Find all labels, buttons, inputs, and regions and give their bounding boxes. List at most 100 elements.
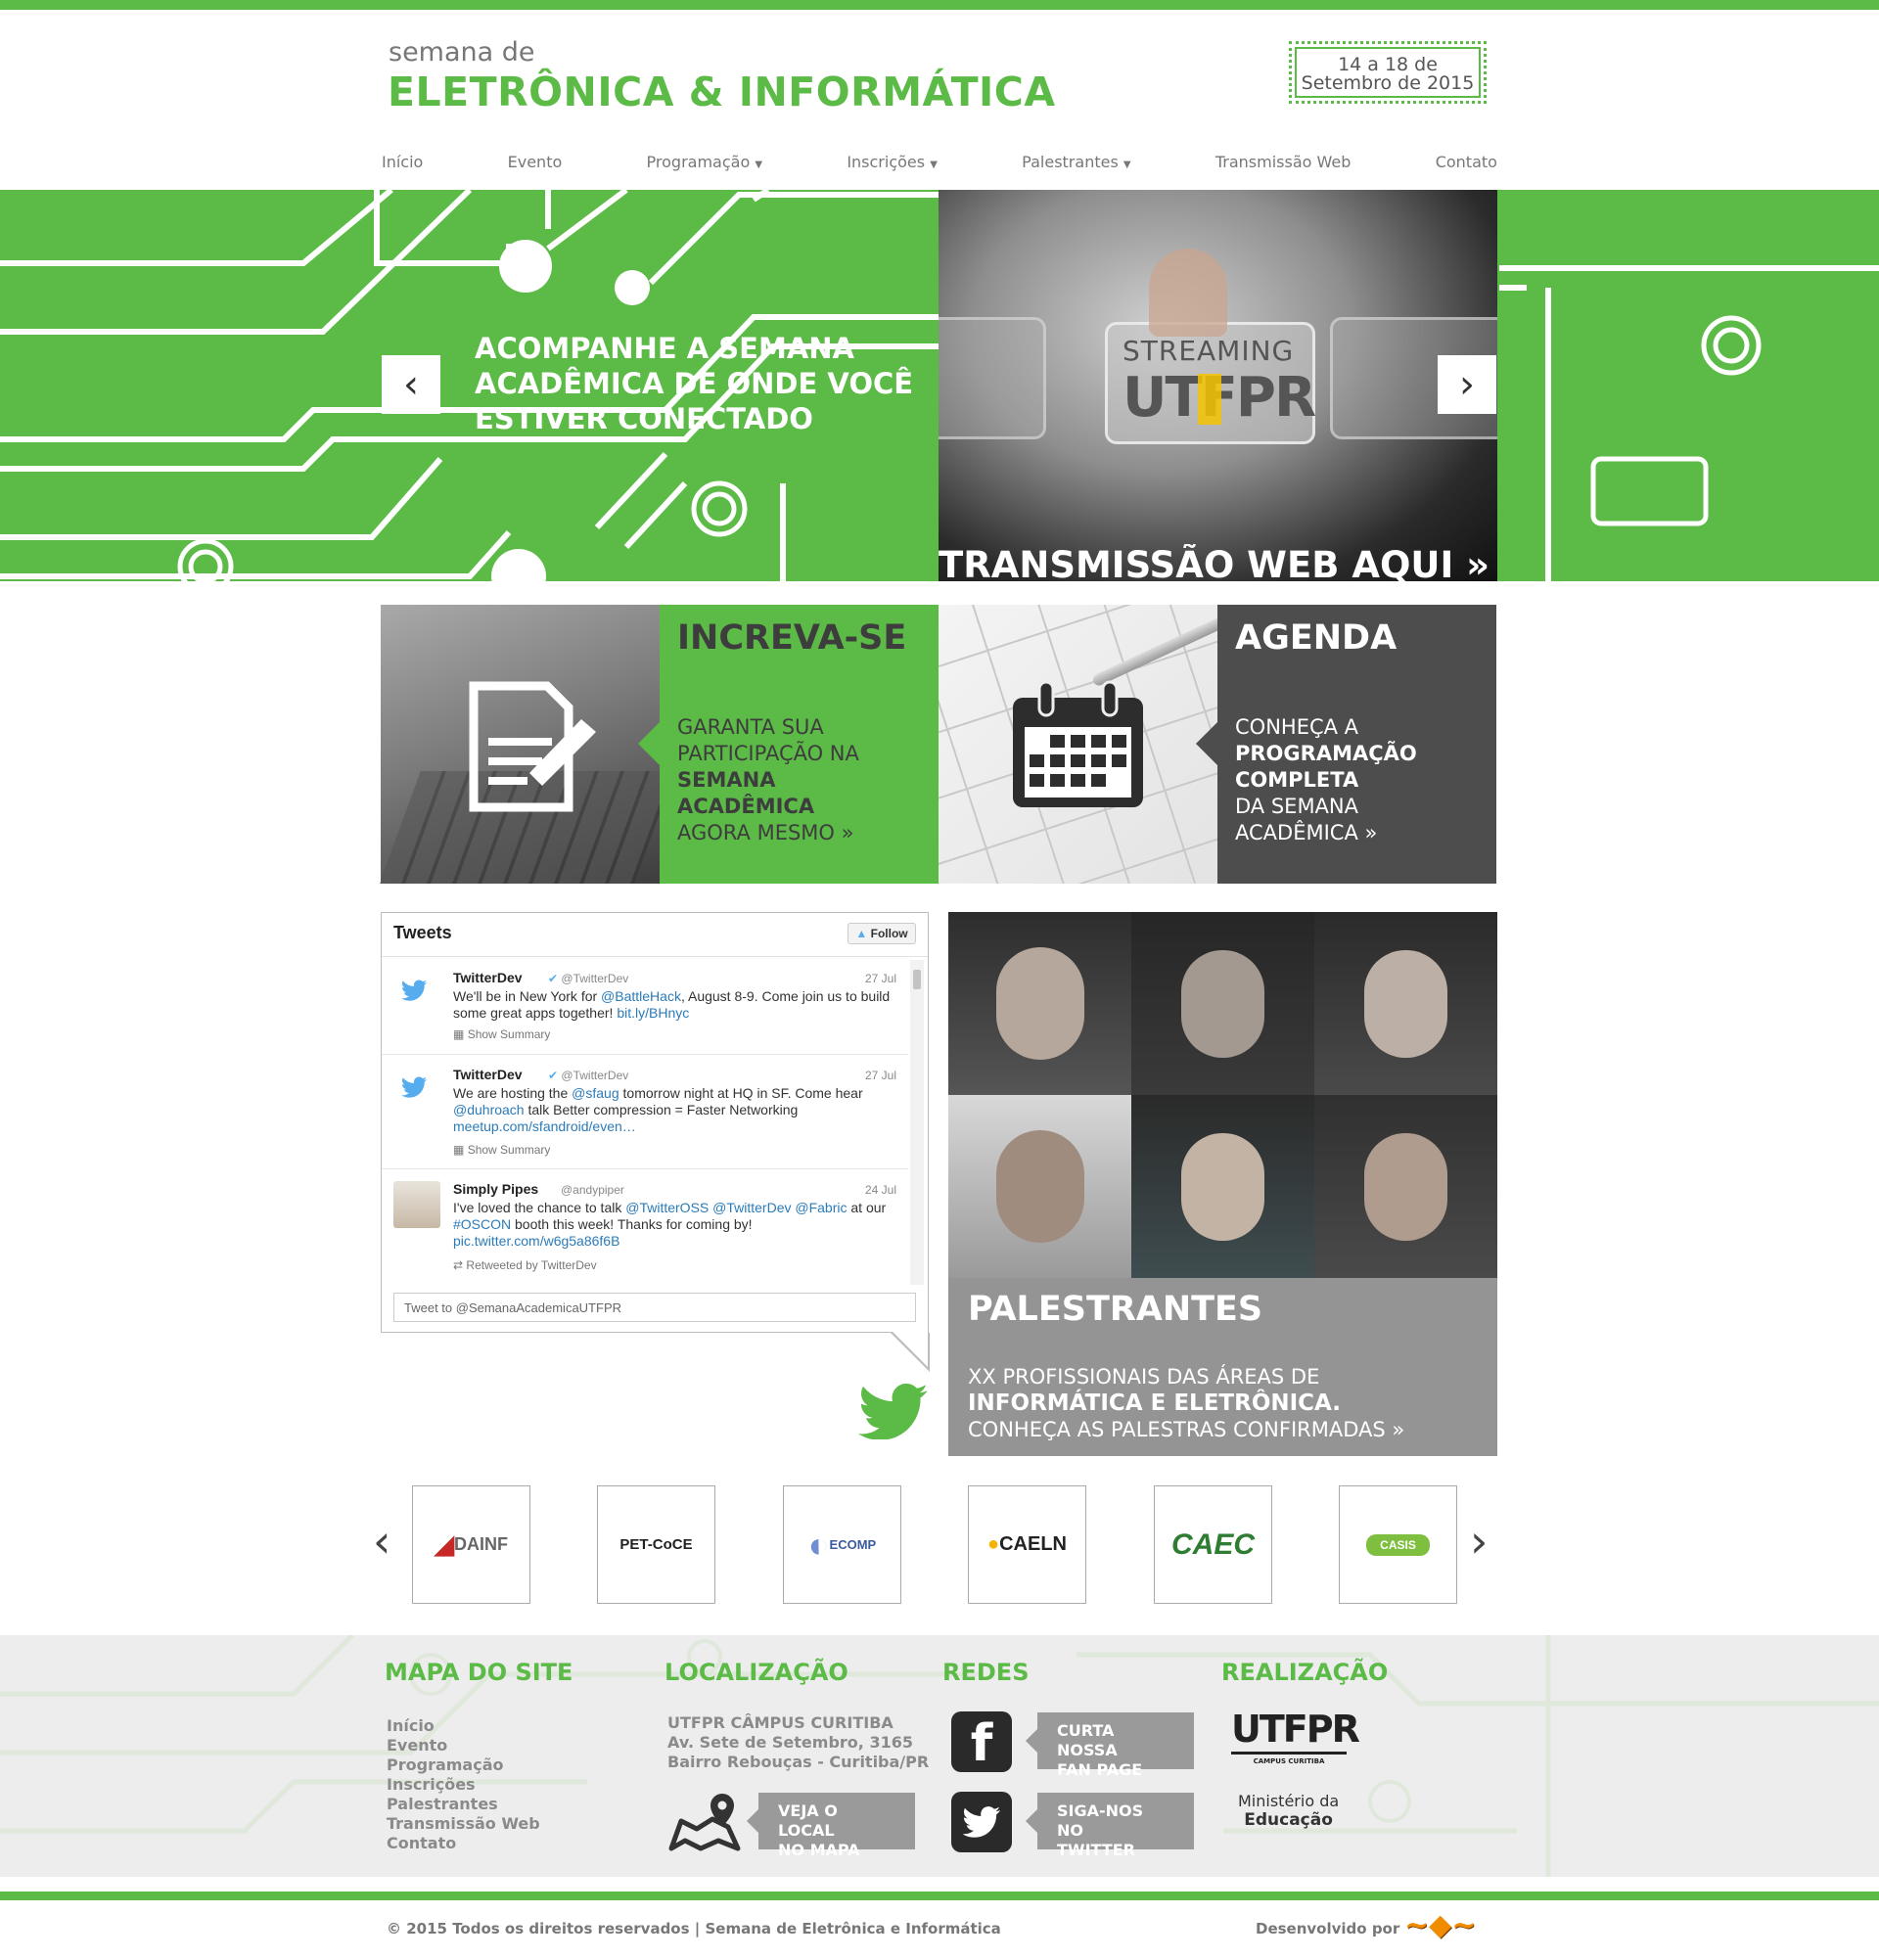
nav-item-evento[interactable]: Evento bbox=[508, 153, 563, 176]
nav-item-palestrantes[interactable]: Palestrantes ▼ bbox=[1022, 153, 1130, 176]
ministry-logo[interactable]: Ministério da Educação bbox=[1238, 1792, 1339, 1830]
tweet-link[interactable]: bit.ly/BHnyc bbox=[617, 1005, 689, 1021]
speaker-photo[interactable] bbox=[1131, 1095, 1314, 1278]
speaker-photo[interactable] bbox=[1314, 912, 1497, 1095]
scrollbar-thumb[interactable] bbox=[913, 970, 921, 989]
partner-logo-caeln[interactable]: ● CAELN bbox=[968, 1485, 1086, 1604]
nav-item-label: Início bbox=[382, 153, 424, 171]
tweet-text: We are hosting the bbox=[453, 1085, 573, 1101]
tweet-summary-label: Show Summary bbox=[467, 1143, 551, 1157]
subscribe-tile[interactable]: INCREVA-SE GARANTA SUA PARTICIPAÇÃO NA S… bbox=[380, 605, 939, 884]
subscribe-line3: SEMANA bbox=[677, 768, 776, 792]
partner-logo-petcoce[interactable]: PET-CoCE bbox=[597, 1485, 715, 1604]
twitter-icon[interactable] bbox=[951, 1792, 1012, 1852]
nav-item-inscricoes[interactable]: Inscrições ▼ bbox=[847, 153, 938, 176]
brand-title[interactable]: ELETRÔNICA & INFORMÁTICA bbox=[388, 68, 1056, 115]
document-edit-icon bbox=[469, 681, 596, 812]
nav-item-programacao[interactable]: Programação ▼ bbox=[647, 153, 763, 176]
tweet-date[interactable]: 24 Jul bbox=[865, 1182, 896, 1199]
partners-prev-button[interactable]: ‹ bbox=[373, 1515, 390, 1568]
speaker-photo[interactable] bbox=[1314, 1095, 1497, 1278]
user-avatar[interactable] bbox=[393, 1181, 440, 1228]
sitemap-link-palestrantes[interactable]: Palestrantes bbox=[387, 1795, 540, 1814]
tweet-show-summary[interactable]: ▦ Show Summary bbox=[453, 1026, 550, 1043]
tweet-handle-text: @TwitterDev bbox=[561, 972, 629, 985]
nav-item-contato[interactable]: Contato bbox=[1436, 153, 1497, 176]
tweet-item[interactable]: Simply Pipes @andypiper 24 Jul I've love… bbox=[382, 1169, 908, 1285]
tweet-mention[interactable]: @TwitterDev bbox=[712, 1200, 791, 1215]
ministry-line1: Ministério da bbox=[1238, 1792, 1340, 1810]
address-block: UTFPR CÂMPUS CURITIBA Av. Sete de Setemb… bbox=[667, 1713, 929, 1772]
tweet-item[interactable]: TwitterDev ✔ @TwitterDev 27 Jul We'll be… bbox=[382, 958, 908, 1055]
hero-next-button[interactable]: › bbox=[1438, 355, 1496, 414]
subscribe-title: INCREVA-SE bbox=[677, 618, 907, 658]
nav-item-inicio[interactable]: Início bbox=[382, 153, 423, 176]
nav-item-transmissao[interactable]: Transmissão Web bbox=[1215, 153, 1352, 176]
partner-logo-casis[interactable]: CASIS bbox=[1339, 1485, 1457, 1604]
agenda-panel: AGENDA CONHEÇA A PROGRAMAÇÃO COMPLETA DA… bbox=[1196, 605, 1496, 884]
sitemap-link-evento[interactable]: Evento bbox=[387, 1736, 540, 1755]
tweets-scrollbar[interactable] bbox=[910, 960, 924, 1285]
streaming-banner[interactable]: STREAMING UTFPR TRANSMISSÃO WEB AQUI » bbox=[939, 190, 1497, 581]
facebook-page-button[interactable]: CURTA NOSSA FAN PAGE bbox=[1026, 1712, 1194, 1779]
speakers-line1: XX PROFISSIONAIS DAS ÁREAS DE bbox=[968, 1365, 1320, 1389]
sitemap-list: Início Evento Programação Inscrições Pal… bbox=[387, 1716, 540, 1853]
sitemap-link-inicio[interactable]: Início bbox=[387, 1716, 540, 1736]
tweet-date[interactable]: 27 Jul bbox=[865, 971, 896, 987]
tweet-mention[interactable]: @sfaug bbox=[572, 1085, 619, 1101]
partners-next-button[interactable]: › bbox=[1470, 1515, 1488, 1568]
partner-logo-ecomp[interactable]: ◐ ECOMP bbox=[783, 1485, 901, 1604]
sitemap-title: MAPA DO SITE bbox=[385, 1659, 573, 1686]
tweet-compose-input[interactable]: Tweet to @SemanaAcademicaUTFPR bbox=[393, 1293, 916, 1322]
follow-button[interactable]: ▲ Follow bbox=[848, 923, 916, 944]
speakers-tile[interactable]: PALESTRANTES XX PROFISSIONAIS DAS ÁREAS … bbox=[948, 912, 1497, 1456]
speaker-photo[interactable] bbox=[1131, 912, 1314, 1095]
tweet-hashtag[interactable]: #OSCON bbox=[453, 1216, 511, 1232]
tweet-author[interactable]: TwitterDev bbox=[453, 970, 523, 986]
sitemap-link-programacao[interactable]: Programação bbox=[387, 1755, 540, 1775]
facebook-icon[interactable]: f bbox=[951, 1711, 1012, 1773]
tweet-item[interactable]: TwitterDev ✔ @TwitterDev 27 Jul We are h… bbox=[382, 1055, 908, 1169]
speakers-cta[interactable]: CONHEÇA AS PALESTRAS CONFIRMADAS » bbox=[968, 1417, 1478, 1443]
view-map-button[interactable]: VEJA O LOCAL NO MAPA bbox=[747, 1793, 915, 1859]
agenda-tile[interactable]: AGENDA CONHEÇA A PROGRAMAÇÃO COMPLETA DA… bbox=[939, 605, 1497, 884]
tweet-mention[interactable]: @BattleHack bbox=[601, 988, 681, 1004]
sitemap-link-transmissao[interactable]: Transmissão Web bbox=[387, 1814, 540, 1834]
tweet-date[interactable]: 27 Jul bbox=[865, 1068, 896, 1084]
bottom-accent-bar bbox=[0, 1892, 1879, 1900]
chevron-down-icon: ▼ bbox=[1123, 160, 1131, 170]
tweet-author[interactable]: Simply Pipes bbox=[453, 1181, 538, 1198]
tweet-body: We are hosting the @sfaug tomorrow night… bbox=[453, 1085, 894, 1135]
calendar-photo bbox=[939, 605, 1217, 884]
developer-logo[interactable]: ~◆~ bbox=[1404, 1906, 1485, 1955]
partner-logo-dainf[interactable]: ◢ DAINF bbox=[412, 1485, 530, 1604]
speakers-panel: PALESTRANTES XX PROFISSIONAIS DAS ÁREAS … bbox=[948, 1278, 1497, 1456]
tweet-mention[interactable]: @TwitterOSS bbox=[625, 1200, 709, 1215]
tweet-link[interactable]: pic.twitter.com/w6g5a86f6B bbox=[453, 1233, 619, 1249]
face-shape bbox=[1181, 1132, 1264, 1241]
tweet-mention[interactable]: @duhroach bbox=[453, 1102, 525, 1117]
double-chevron-right-icon: » bbox=[1364, 821, 1378, 844]
tweet-mention[interactable]: @Fabric bbox=[795, 1200, 847, 1215]
tweet-link[interactable]: meetup.com/sfandroid/even… bbox=[453, 1118, 636, 1134]
sitemap-link-contato[interactable]: Contato bbox=[387, 1834, 540, 1853]
sitemap-link-inscricoes[interactable]: Inscrições bbox=[387, 1775, 540, 1795]
tweet-body: I've loved the chance to talk @TwitterOS… bbox=[453, 1200, 894, 1250]
speakers-title: PALESTRANTES bbox=[968, 1290, 1263, 1329]
utfpr-footer-logo[interactable]: UTFPR CAMPUS CURITIBA bbox=[1231, 1709, 1360, 1765]
tweet-author[interactable]: TwitterDev bbox=[453, 1067, 523, 1083]
twitter-follow-button[interactable]: SIGA-NOS NO TWITTER bbox=[1026, 1793, 1194, 1859]
agenda-line4: DA SEMANA bbox=[1235, 795, 1358, 818]
location-title: LOCALIZAÇÃO bbox=[665, 1659, 848, 1686]
speaker-photo[interactable] bbox=[948, 912, 1131, 1095]
tweet-show-summary[interactable]: ▦ Show Summary bbox=[453, 1142, 550, 1159]
dainf-mark: ◢ bbox=[435, 1529, 454, 1559]
tweet-summary-label: Retweeted by TwitterDev bbox=[466, 1258, 597, 1272]
hero-prev-button[interactable]: ‹ bbox=[382, 355, 440, 414]
speaker-photo[interactable] bbox=[948, 1095, 1131, 1278]
chevron-right-icon: › bbox=[1459, 362, 1475, 407]
nav-item-label: Inscrições bbox=[847, 153, 926, 171]
partner-logo-caec[interactable]: CAEC bbox=[1154, 1485, 1272, 1604]
twitter-bird-icon[interactable] bbox=[857, 1383, 930, 1439]
partner-logo-text: CAELN bbox=[999, 1533, 1067, 1555]
